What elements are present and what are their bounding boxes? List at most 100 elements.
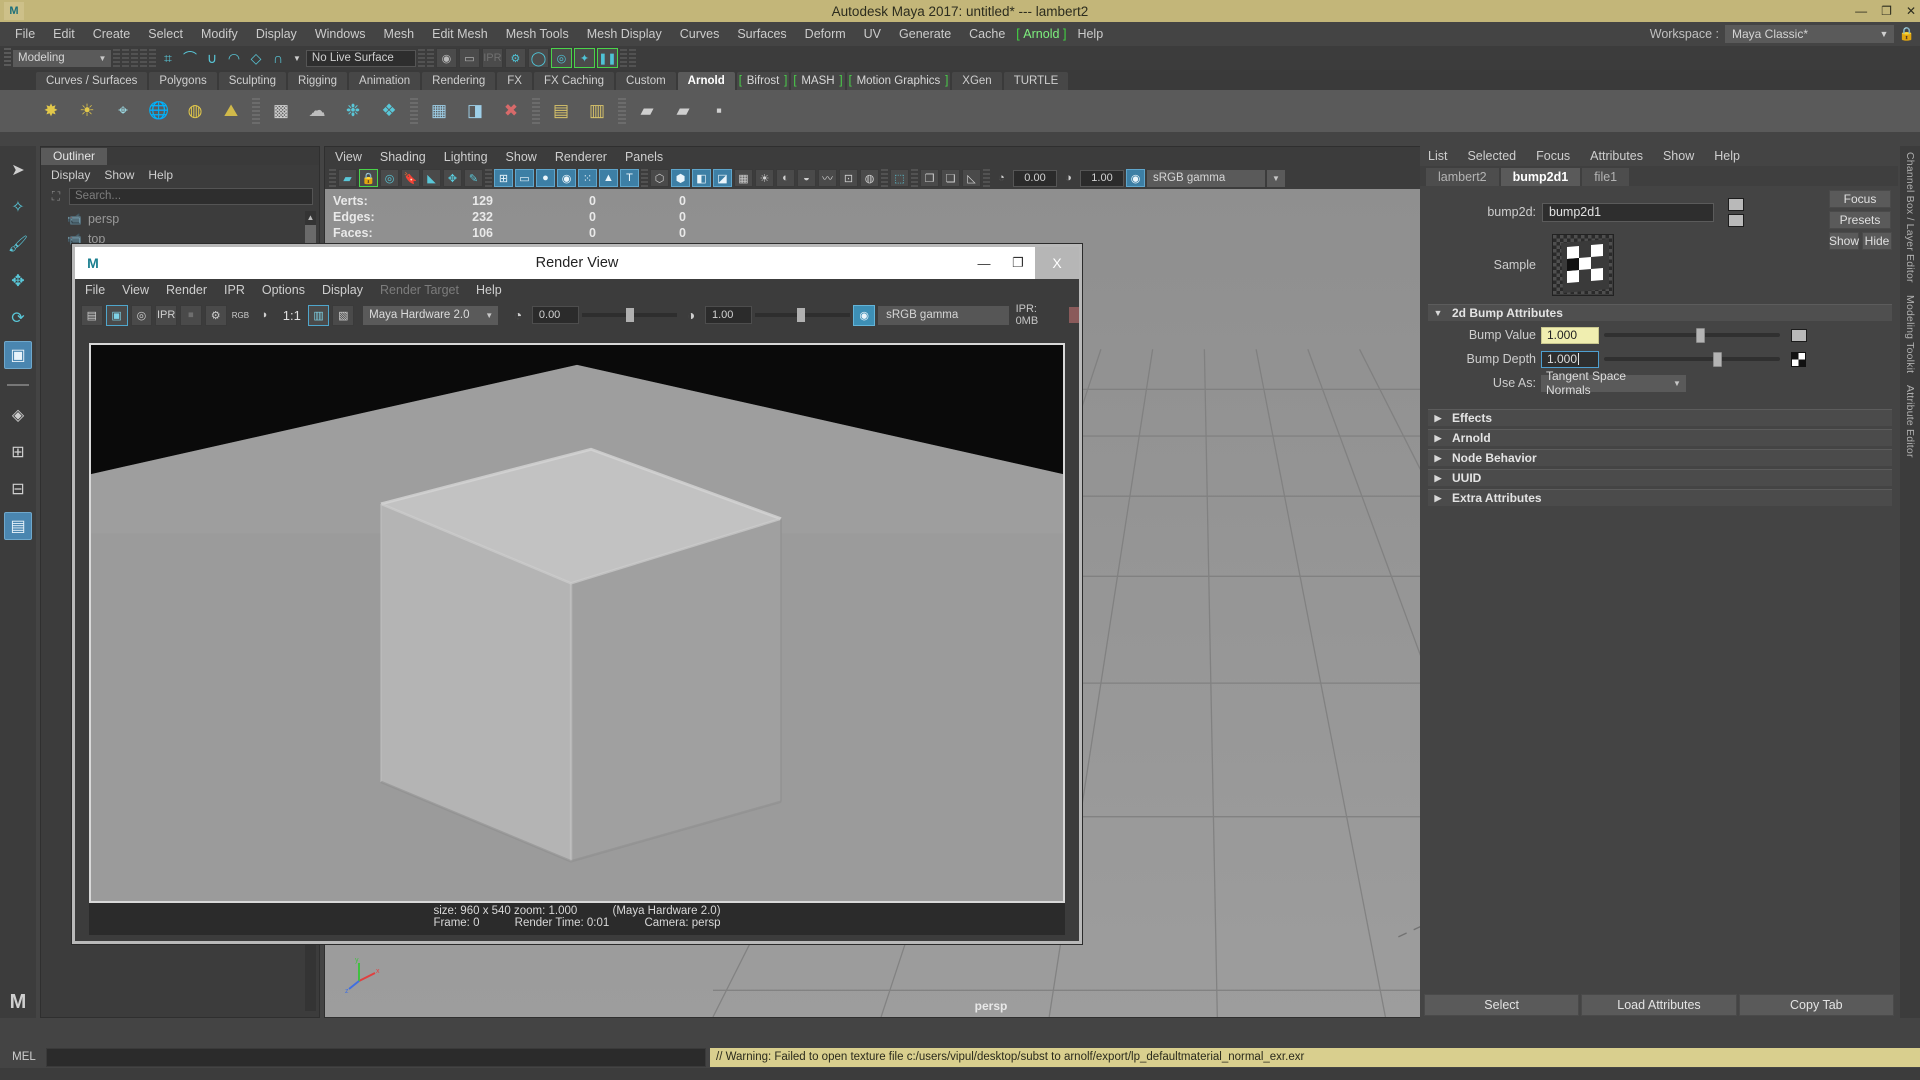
- exposure-icon[interactable]: ◔: [992, 169, 1011, 187]
- shelf-tab-sculpting[interactable]: Sculpting: [218, 72, 287, 90]
- viewport-menu-renderer[interactable]: Renderer: [555, 150, 607, 164]
- two-d-pan-zoom-icon[interactable]: ✥: [443, 169, 462, 187]
- chevron-down-icon[interactable]: ▼: [1267, 169, 1285, 187]
- input-connection-icon[interactable]: [1728, 197, 1744, 211]
- rv-menu-display[interactable]: Display: [322, 283, 363, 297]
- minimize-icon[interactable]: —: [1855, 4, 1867, 18]
- ae-tab-bump2d1[interactable]: bump2d1: [1500, 168, 1581, 186]
- alpha-channel-icon[interactable]: ◗: [254, 305, 276, 326]
- light-editor-icon[interactable]: ✦: [573, 48, 595, 68]
- menu-help[interactable]: Help: [1068, 25, 1112, 43]
- menu-edit-mesh[interactable]: Edit Mesh: [423, 25, 497, 43]
- load-attributes-button[interactable]: Load Attributes: [1581, 994, 1737, 1016]
- color-management-toggle-icon[interactable]: ◉: [1126, 169, 1145, 187]
- rv-menu-render[interactable]: Render: [166, 283, 207, 297]
- render-settings-icon[interactable]: ⚙: [504, 48, 526, 68]
- viewport-menu-show[interactable]: Show: [506, 150, 537, 164]
- snapshot-icon[interactable]: ◎: [130, 304, 153, 326]
- menu-modify[interactable]: Modify: [192, 25, 247, 43]
- exposure-slider[interactable]: [582, 306, 678, 324]
- resolution-gate-icon[interactable]: ●: [536, 169, 555, 187]
- close-icon[interactable]: ✕: [1906, 4, 1916, 18]
- wireframe-on-shaded-icon[interactable]: ◪: [713, 169, 732, 187]
- vtab-modeling-toolkit[interactable]: Modeling Toolkit: [1904, 289, 1916, 379]
- shade-selected-icon[interactable]: ◧: [692, 169, 711, 187]
- snap-point-icon[interactable]: ∪: [202, 48, 222, 68]
- bookmark-icon[interactable]: 🔖: [401, 169, 420, 187]
- menu-mesh-display[interactable]: Mesh Display: [578, 25, 671, 43]
- bump-value-slider[interactable]: [1604, 327, 1780, 344]
- select-button[interactable]: Select: [1424, 994, 1580, 1016]
- shelf-tab-turtle[interactable]: TURTLE: [1003, 72, 1069, 90]
- render-view-exposure-value[interactable]: 0.00: [531, 306, 580, 324]
- vtab-channel-box-layer-editor[interactable]: Channel Box / Layer Editor: [1904, 146, 1916, 289]
- color-management-toggle-icon[interactable]: ◉: [853, 304, 876, 326]
- focus-button[interactable]: Focus: [1829, 190, 1891, 208]
- chevron-down-icon[interactable]: ▼: [1874, 25, 1894, 43]
- viewport-menu-panels[interactable]: Panels: [625, 150, 663, 164]
- multisample-icon[interactable]: ⊡: [839, 169, 858, 187]
- ae-menu-show[interactable]: Show: [1663, 149, 1694, 163]
- menu-mesh-tools[interactable]: Mesh Tools: [497, 25, 578, 43]
- rv-menu-ipr[interactable]: IPR: [224, 283, 245, 297]
- texture-icon[interactable]: ▦: [734, 169, 753, 187]
- xray-icon[interactable]: ❐: [920, 169, 939, 187]
- bump-depth-map-button[interactable]: [1791, 351, 1806, 367]
- slider-knob[interactable]: [1713, 351, 1723, 367]
- shelf-tab-polygons[interactable]: Polygons: [149, 72, 217, 90]
- viewport-color-profile[interactable]: sRGB gamma: [1147, 169, 1265, 187]
- paint-select-tool-icon[interactable]: 🖌: [4, 230, 32, 258]
- chevron-right-icon[interactable]: ▶: [1432, 473, 1444, 484]
- presets-button[interactable]: Presets: [1829, 211, 1891, 229]
- bump-depth-input[interactable]: 1.000: [1541, 350, 1599, 368]
- motion-blur-icon[interactable]: 〰: [818, 169, 837, 187]
- hypershade-icon[interactable]: ◯: [527, 48, 549, 68]
- menu-edit[interactable]: Edit: [44, 25, 84, 43]
- outliner-menu-show[interactable]: Show: [104, 168, 134, 182]
- section-uuid[interactable]: ▶ UUID: [1428, 469, 1892, 486]
- menu-deform[interactable]: Deform: [796, 25, 855, 43]
- ae-tab-lambert2[interactable]: lambert2: [1426, 168, 1499, 186]
- viewport-menu-view[interactable]: View: [335, 150, 362, 164]
- snap-view-plane-icon[interactable]: ◇: [246, 48, 266, 68]
- chevron-right-icon[interactable]: ▶: [1432, 413, 1444, 424]
- arnold-light-portal-icon[interactable]: ◍: [180, 96, 210, 126]
- close-icon[interactable]: X: [1035, 247, 1079, 279]
- ae-node-name-input[interactable]: bump2d1: [1542, 202, 1714, 222]
- section-node-behavior[interactable]: ▶ Node Behavior: [1428, 449, 1892, 466]
- select-tool-icon[interactable]: ➤: [4, 156, 32, 184]
- menu-set-combo[interactable]: Modeling ▼: [13, 49, 111, 67]
- shelf-tab-bifrost[interactable]: Bifrost: [736, 72, 790, 90]
- lock-icon[interactable]: 🔒: [1899, 26, 1915, 42]
- render-view-gamma-value[interactable]: 1.00: [704, 306, 753, 324]
- shelf-tab-curves-surfaces[interactable]: Curves / Surfaces: [36, 72, 148, 90]
- menu-surfaces[interactable]: Surfaces: [728, 25, 795, 43]
- render-view-icon[interactable]: ◎: [550, 48, 572, 68]
- shelf-tab-motion-graphics[interactable]: Motion Graphics: [846, 72, 951, 90]
- time-slider-area[interactable]: [0, 1018, 1920, 1046]
- chevron-right-icon[interactable]: ▶: [1432, 493, 1444, 504]
- use-all-lights-icon[interactable]: ☀: [755, 169, 774, 187]
- ipr-render-icon[interactable]: ▭: [458, 48, 480, 68]
- rv-menu-options[interactable]: Options: [262, 283, 305, 297]
- field-chart-icon[interactable]: ⁙: [578, 169, 597, 187]
- slider-knob[interactable]: [797, 308, 806, 322]
- section-effects[interactable]: ▶ Effects: [1428, 409, 1892, 426]
- lasso-select-tool-icon[interactable]: ✧: [4, 193, 32, 221]
- render-view-image[interactable]: [89, 343, 1065, 903]
- arnold-utility-2-icon[interactable]: ▰: [668, 96, 698, 126]
- four-view-layout-icon[interactable]: ⊞: [4, 438, 32, 466]
- xray-active-components-icon[interactable]: ◺: [962, 169, 981, 187]
- shelf-tab-custom[interactable]: Custom: [616, 72, 676, 90]
- scale-tool-icon[interactable]: ▣: [4, 341, 32, 369]
- slider-knob[interactable]: [626, 308, 635, 322]
- list-item[interactable]: 📹 persp: [43, 209, 317, 229]
- menu-create[interactable]: Create: [84, 25, 140, 43]
- show-button[interactable]: Show: [1829, 232, 1859, 250]
- shadows-icon[interactable]: ◐: [776, 169, 795, 187]
- ae-tab-file1[interactable]: file1: [1582, 168, 1630, 186]
- snap-pivot-icon[interactable]: ∩: [268, 48, 288, 68]
- move-tool-icon[interactable]: ✥: [4, 267, 32, 295]
- rv-menu-file[interactable]: File: [85, 283, 105, 297]
- shelf-tab-fx[interactable]: FX: [497, 72, 532, 90]
